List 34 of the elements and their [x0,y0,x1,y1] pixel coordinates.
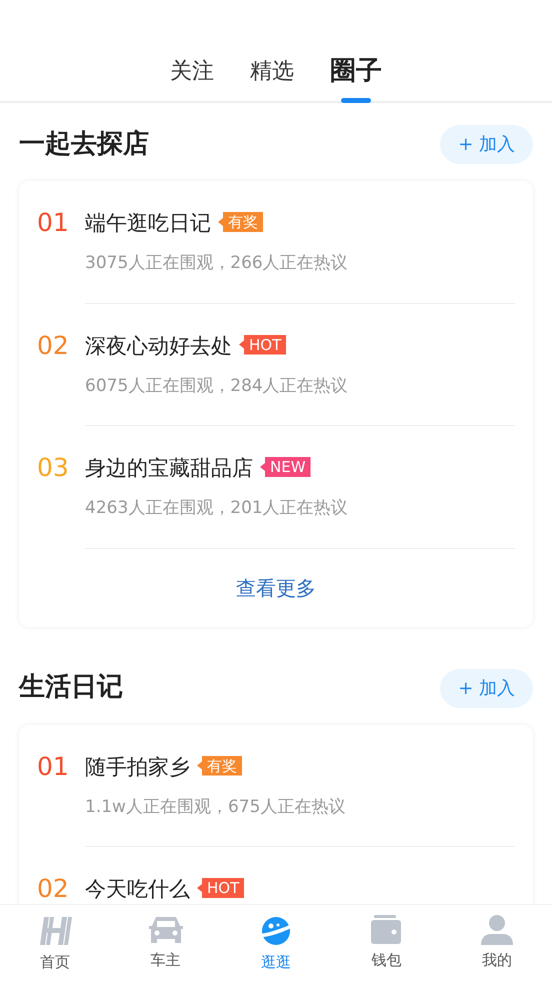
topic-stats: 3075人正在围观，266人正在热议 [85,252,349,275]
rank-number: 02 [37,330,70,362]
user-icon [480,915,513,945]
section-title: 一起去探店 [19,128,149,160]
rank-number: 02 [37,873,70,904]
car-icon [148,915,184,945]
topic-title[interactable]: 深夜心动好去处 [85,334,232,358]
topic-stats: 4263人正在围观，201人正在热议 [85,497,349,520]
topic-tag: NEW [260,457,311,477]
h-logo-icon [38,915,72,947]
tab[interactable]: 圈子 [330,52,382,101]
topic-tag: 有奖 [197,756,242,776]
topic-tag: 有奖 [218,212,263,232]
topic-stats: 1.1w人正在围观，675人正在热议 [85,796,346,818]
tab[interactable]: 精选 [250,52,294,101]
topic-title[interactable]: 端午逛吃日记 [85,211,211,235]
nav-tab[interactable]: 车主 [110,905,221,981]
topic-title[interactable]: 身边的宝藏甜品店 [85,456,253,480]
nav-tab[interactable]: 首页 [0,905,110,981]
nav-tab[interactable]: 逛逛 [220,905,332,981]
topic-stats: 6075人正在围观，284人正在热议 [85,374,349,398]
rank-number: 01 [37,207,70,239]
wallet-icon [371,915,402,945]
rank-number: 01 [37,750,70,782]
topic-tag: HOT [197,878,244,898]
nav-tab[interactable]: 钱包 [331,905,442,981]
more-link[interactable]: 查看更多 [37,548,515,626]
topic-title[interactable]: 今天吃什么 [85,877,190,901]
section-title: 生活日记 [19,672,123,704]
tab[interactable]: 关注 [170,52,214,101]
topic-tag: HOT [239,334,286,354]
rank-number: 03 [37,452,70,484]
topic-title[interactable]: 随手拍家乡 [85,754,190,778]
nav-tab[interactable]: 我的 [442,905,552,981]
